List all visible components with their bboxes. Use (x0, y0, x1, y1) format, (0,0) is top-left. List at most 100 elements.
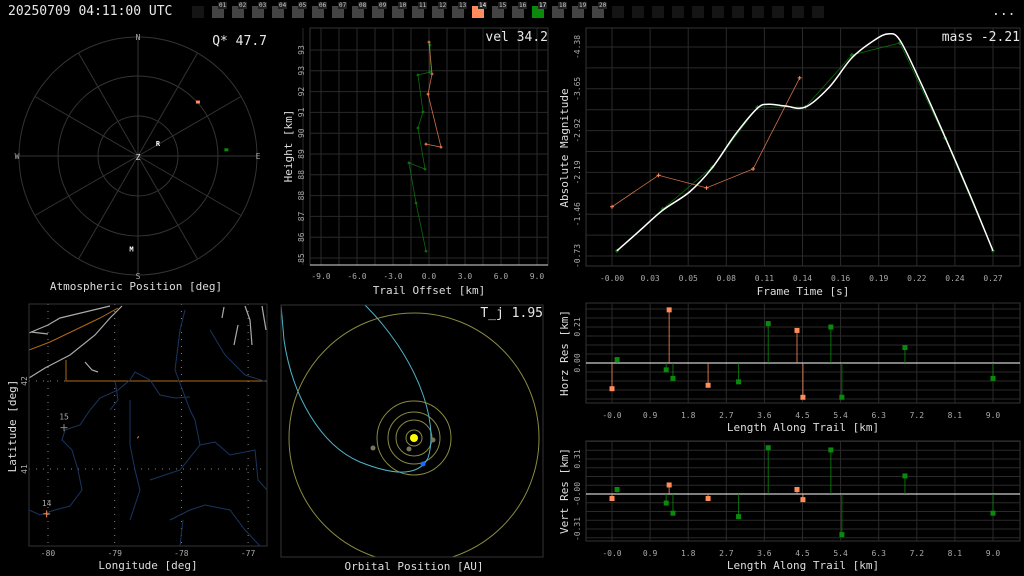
data-point (416, 73, 420, 77)
meteor-ground-track (137, 436, 139, 439)
x-tick: 0.08 (717, 274, 736, 283)
compass-n: N (136, 33, 141, 42)
y-tick: 92 (297, 87, 306, 97)
magnitude-xlabel: Frame Time [s] (757, 285, 850, 298)
planet-marker (406, 446, 412, 452)
data-point (751, 166, 756, 171)
data-point (416, 126, 420, 130)
station-label: 14 (42, 499, 52, 508)
x-tick: 2.7 (719, 549, 734, 558)
polar-title: Atmospheric Position [deg] (50, 280, 222, 293)
x-tick: 6.3 (871, 549, 886, 558)
y-tick: -3.65 (573, 77, 582, 101)
zenith-label: Z (136, 153, 141, 162)
polar-spoke (137, 52, 198, 157)
polar-marker-m: M (129, 245, 133, 253)
data-point (424, 142, 428, 146)
vert-res-xlabel: Length Along Trail [km] (727, 559, 879, 572)
x-tick: -0.0 (602, 549, 621, 558)
x-tick: -77 (241, 549, 256, 558)
residual-point (670, 510, 676, 516)
residual-point (663, 500, 669, 506)
planet-marker (370, 445, 376, 451)
x-tick: 0.11 (755, 274, 774, 283)
map-grid (29, 304, 267, 546)
y-tick: 91 (297, 107, 306, 117)
x-tick: 3.0 (458, 272, 473, 281)
station-label: 15 (59, 413, 69, 422)
x-tick: -79 (107, 549, 122, 558)
y-tick: 41 (20, 464, 29, 474)
map-ylabel: Latitude [deg] (6, 380, 19, 473)
x-tick: 1.8 (681, 411, 696, 420)
polar-spoke (137, 155, 198, 260)
x-tick: 6.0 (494, 272, 509, 281)
residual-point (765, 321, 771, 327)
x-tick: 0.24 (945, 274, 964, 283)
data-point (430, 72, 434, 76)
lake-island (30, 331, 99, 373)
y-tick: -0.73 (573, 244, 582, 268)
x-tick: 8.1 (948, 549, 963, 558)
polar-spoke (137, 96, 242, 157)
data-point (797, 75, 802, 80)
lightcurve-line (616, 42, 994, 252)
x-tick: 5.4 (833, 549, 848, 558)
residual-point (609, 496, 615, 502)
x-tick: -9.0 (311, 272, 330, 281)
residual-point (670, 375, 676, 381)
residual-point (663, 367, 669, 373)
x-tick: 0.0 (422, 272, 437, 281)
residual-point (765, 445, 771, 451)
residual-point (828, 447, 834, 453)
x-tick: -78 (174, 549, 189, 558)
height-plot: -9.0 -6.0 -3.0 0.0 3.0 6.0 9.0 85 86 87 88 88 89 90 91… (282, 27, 549, 297)
residual-point (614, 486, 620, 492)
tisserand-label: T_j 1.95 (480, 306, 543, 321)
data-point (60, 424, 68, 432)
data-point (43, 510, 51, 518)
data-point (421, 110, 425, 114)
trajectory-line (408, 45, 431, 252)
residual-point (609, 386, 615, 392)
dashboard-canvas: N S E W Z Q* 47.7 Atmospheric Position [… (6, 27, 1021, 573)
sun-icon (410, 434, 418, 442)
y-tick: 0.00 (573, 353, 582, 372)
residual-point (794, 486, 800, 492)
residual-point (666, 482, 672, 488)
residual-point (705, 382, 711, 388)
x-tick: 3.6 (757, 411, 772, 420)
ground-map[interactable]: 14 15 -80 -79 -78 -77 41 42 Longitude [deg] La… (6, 303, 268, 572)
lightcurve-fit (616, 32, 994, 252)
x-tick: 0.03 (640, 274, 659, 283)
finger-lakes (221, 305, 267, 346)
polar-spoke (34, 96, 139, 157)
polar-spoke (78, 155, 139, 260)
x-tick: 0.14 (793, 274, 812, 283)
x-tick: -0.0 (602, 411, 621, 420)
x-tick: 0.05 (679, 274, 698, 283)
residual-point (794, 327, 800, 333)
residual-point (839, 532, 845, 538)
y-tick: 89 (297, 149, 306, 159)
compass-e: E (256, 152, 261, 161)
y-tick: -0.31 (573, 517, 582, 541)
x-tick: 9.0 (986, 411, 1001, 420)
y-tick: 87 (297, 211, 306, 221)
vert-res-ylabel: Vert Res [km] (558, 448, 571, 534)
polar-spoke (34, 155, 139, 216)
y-tick: 0.31 (573, 449, 582, 468)
x-tick: 9.0 (986, 549, 1001, 558)
x-tick: -6.0 (347, 272, 366, 281)
data-point (414, 201, 418, 205)
y-tick: -2.92 (573, 118, 582, 142)
residual-point (736, 514, 742, 520)
x-tick: 7.2 (910, 411, 925, 420)
x-tick: -80 (41, 549, 56, 558)
x-tick: 3.6 (757, 549, 772, 558)
x-tick: 6.3 (871, 411, 886, 420)
y-tick: 85 (297, 253, 306, 263)
residual-point (614, 357, 620, 363)
data-point (439, 145, 443, 149)
x-tick: 4.5 (795, 411, 810, 420)
